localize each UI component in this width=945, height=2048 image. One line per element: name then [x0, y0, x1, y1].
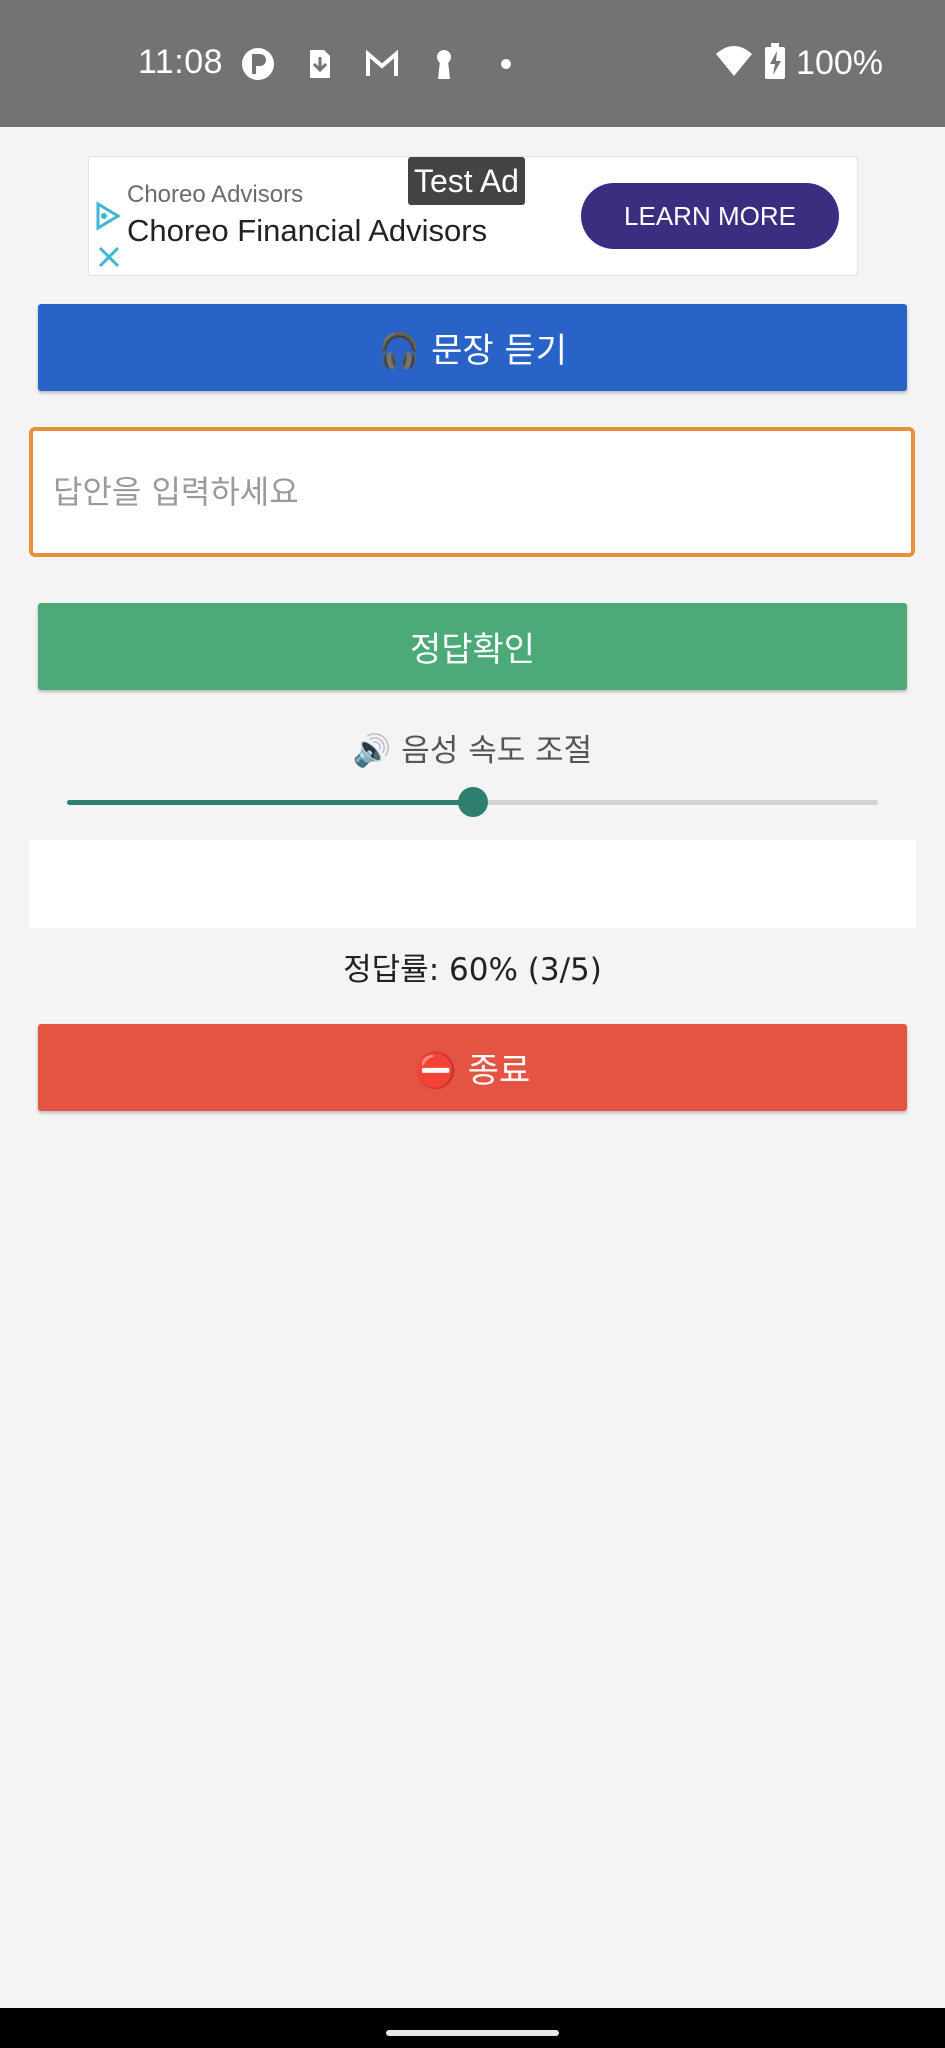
speed-label-text: 🔊 음성 속도 조절 — [352, 733, 593, 769]
download-icon — [302, 46, 338, 82]
ad-headline: Choreo Financial Advisors — [127, 213, 488, 248]
status-time: 11:08 — [138, 43, 224, 81]
ad-advertiser: Choreo Advisors — [127, 181, 304, 208]
wifi-icon — [714, 44, 754, 82]
ad-banner[interactable]: Choreo Advisors Choreo Financial Advisor… — [88, 156, 858, 276]
gmail-icon — [364, 46, 400, 82]
speed-slider[interactable] — [67, 787, 878, 817]
adchoices-icon[interactable] — [93, 201, 123, 231]
result-box — [29, 840, 916, 928]
dot-icon — [488, 46, 524, 82]
speed-label: 🔊 음성 속도 조절 — [0, 725, 945, 770]
speed-slider-fill — [67, 800, 473, 805]
listen-sentence-button[interactable]: 🎧 문장 듣기 — [38, 304, 907, 391]
check-button-label: 정답확인 — [409, 630, 536, 670]
battery-charging-icon — [764, 43, 786, 83]
home-gesture-handle[interactable] — [386, 2030, 559, 2036]
exit-button[interactable]: ⛔ 종료 — [38, 1024, 907, 1111]
battery-percent: 100% — [796, 43, 883, 82]
status-bar: 11:08 100% — [0, 0, 945, 127]
learn-more-button[interactable]: LEARN MORE — [581, 183, 839, 249]
speed-slider-thumb[interactable] — [457, 787, 488, 817]
exit-button-label: ⛔ 종료 — [414, 1051, 531, 1091]
answer-input[interactable] — [29, 427, 915, 557]
system-icons: 100% — [714, 43, 883, 83]
app-icon — [240, 46, 276, 82]
listen-button-label: 🎧 문장 듣기 — [377, 331, 568, 371]
navigation-bar — [0, 2008, 945, 2048]
test-ad-badge: Test Ad — [408, 157, 525, 205]
check-answer-button[interactable]: 정답확인 — [38, 603, 907, 690]
close-icon[interactable] — [95, 243, 123, 271]
keyhole-icon — [426, 46, 462, 82]
notification-icons — [240, 46, 524, 82]
accuracy-text: 정답률: 60% (3/5) — [343, 952, 602, 988]
